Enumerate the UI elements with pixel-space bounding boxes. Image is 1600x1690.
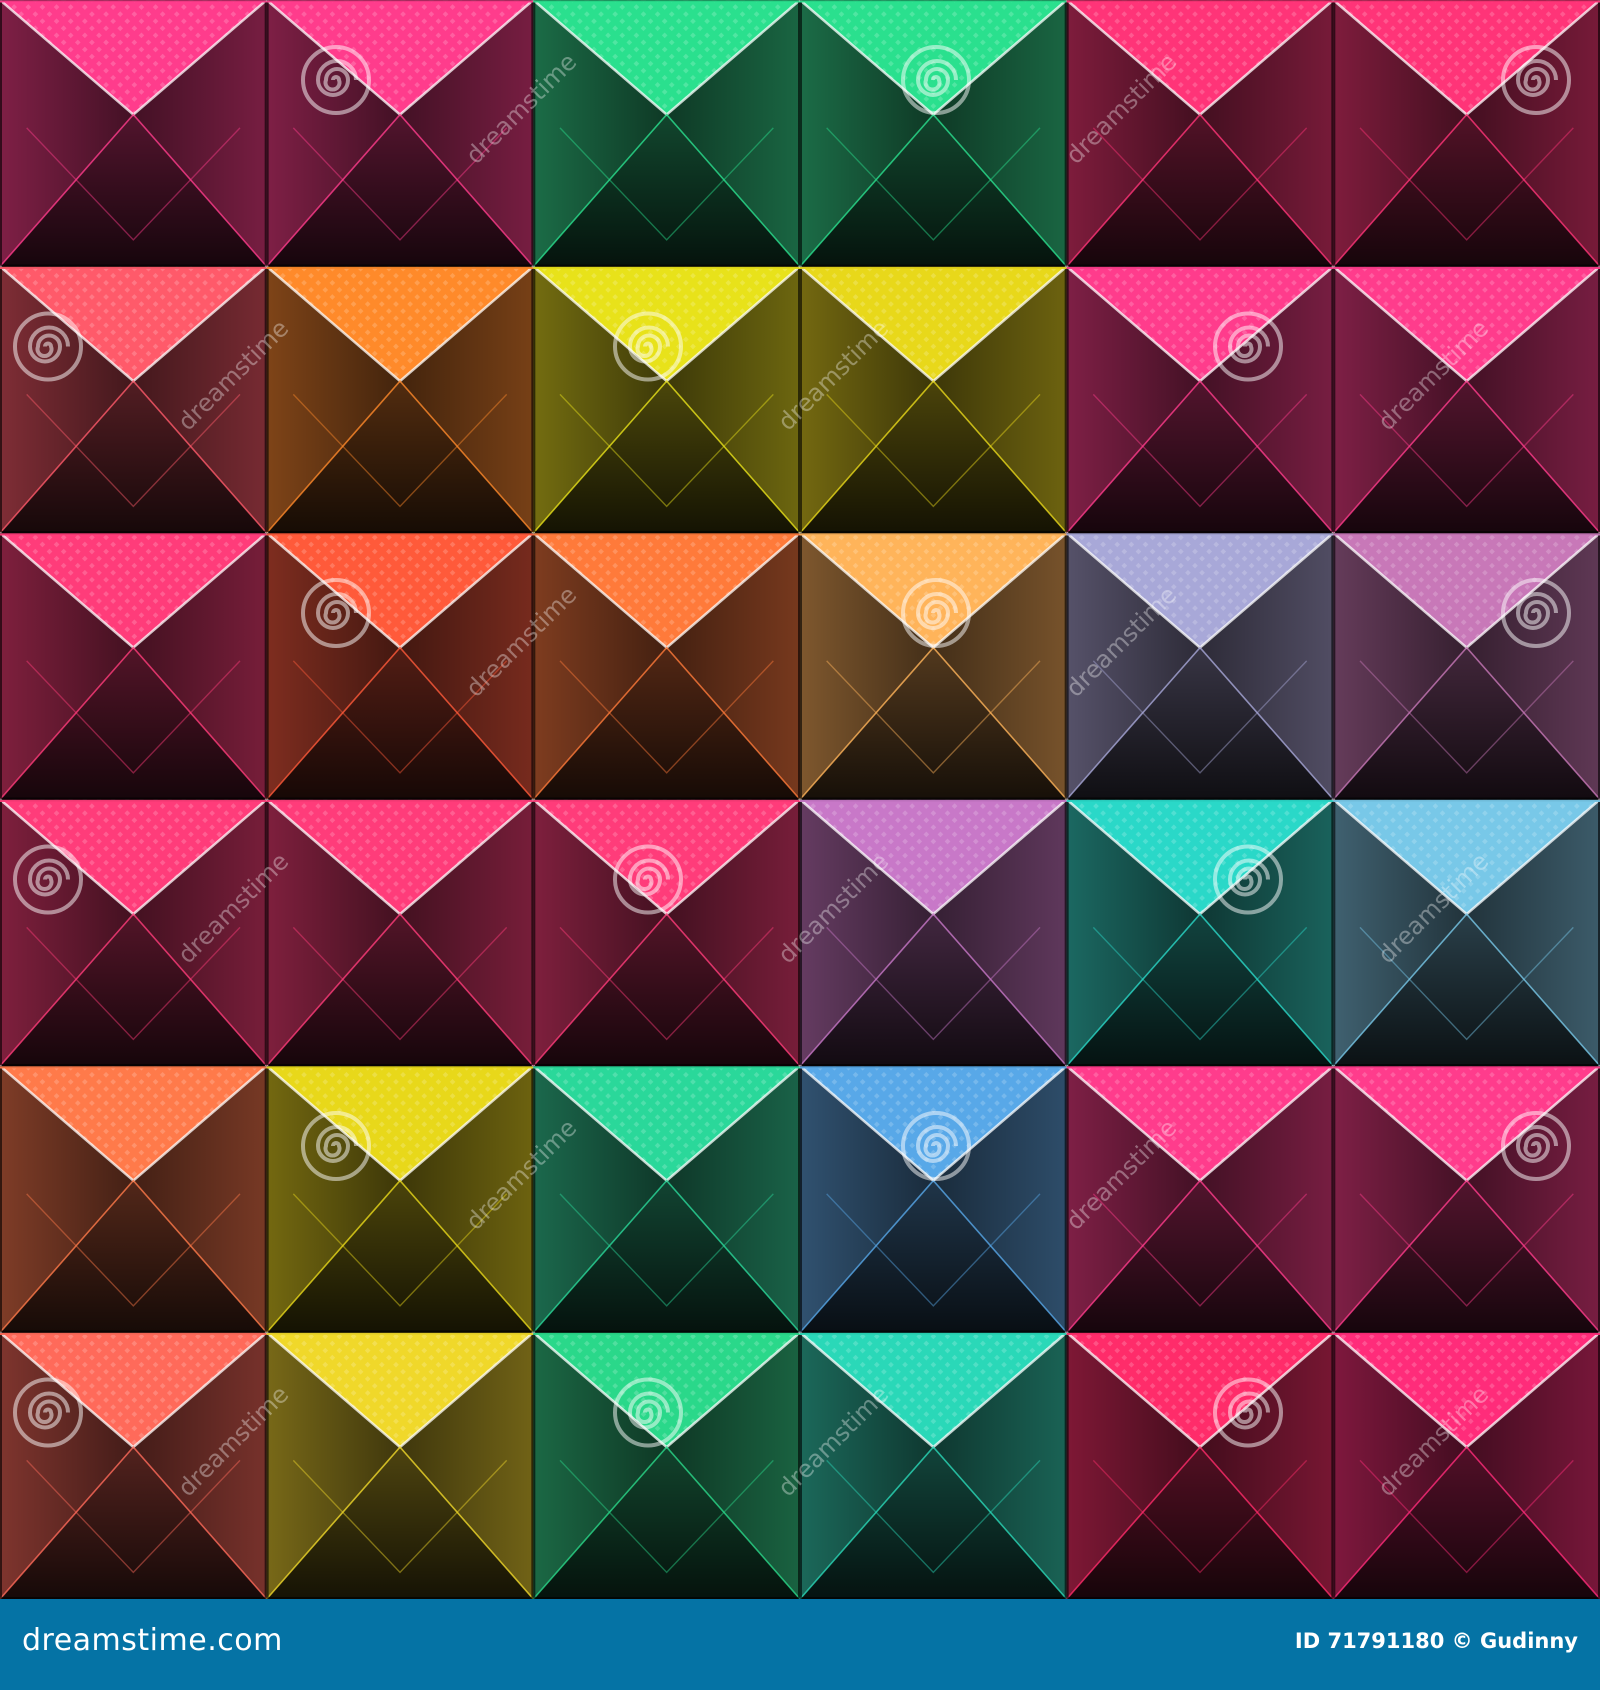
pyramid-tile: [1065, 798, 1335, 1067]
pyramid-tile: [799, 1331, 1068, 1599]
pyramid-tile: [799, 0, 1068, 268]
pyramid-tile: [532, 532, 801, 801]
pyramid-tile: [532, 798, 801, 1067]
pyramid-tile: [1332, 1331, 1600, 1599]
pyramid-tile: [799, 265, 1068, 534]
pyramid-tile: [799, 798, 1068, 1067]
pyramid-tile: [532, 1331, 801, 1599]
pyramid-tile: [1065, 265, 1335, 534]
pyramid-tile: [1332, 532, 1600, 801]
pyramid-tile: [532, 0, 801, 268]
pyramid-tile: [265, 1331, 535, 1599]
footer-bar: dreamstime.com ID 71791180 © Gudinny: [0, 1599, 1600, 1690]
pyramid-tile: [532, 1065, 801, 1334]
pyramid-tile: [532, 265, 801, 534]
pyramid-tile: [0, 0, 268, 268]
pyramid-tile: [1332, 1065, 1600, 1334]
pyramid-tile: [1332, 798, 1600, 1067]
pyramid-tile: [799, 1065, 1068, 1334]
pyramid-tile: [1332, 0, 1600, 268]
pyramid-tile: [265, 798, 535, 1067]
pyramid-tile: [0, 1065, 268, 1334]
pyramid-tile: [0, 532, 268, 801]
pyramid-tile: [799, 532, 1068, 801]
footer-credit-text: ID 71791180 © Gudinny: [1294, 1629, 1578, 1653]
footer-site-text: dreamstime.com: [22, 1623, 283, 1658]
pyramid-tile: [1065, 1331, 1335, 1599]
pyramid-tile: [1332, 265, 1600, 534]
pyramid-tile: [265, 265, 535, 534]
pyramid-pattern: dreamstime dreamstimedreamstime dreamstime…: [0, 0, 1600, 1599]
stock-image: dreamstime dreamstime dreamstime dreamstime…: [0, 0, 1600, 1690]
